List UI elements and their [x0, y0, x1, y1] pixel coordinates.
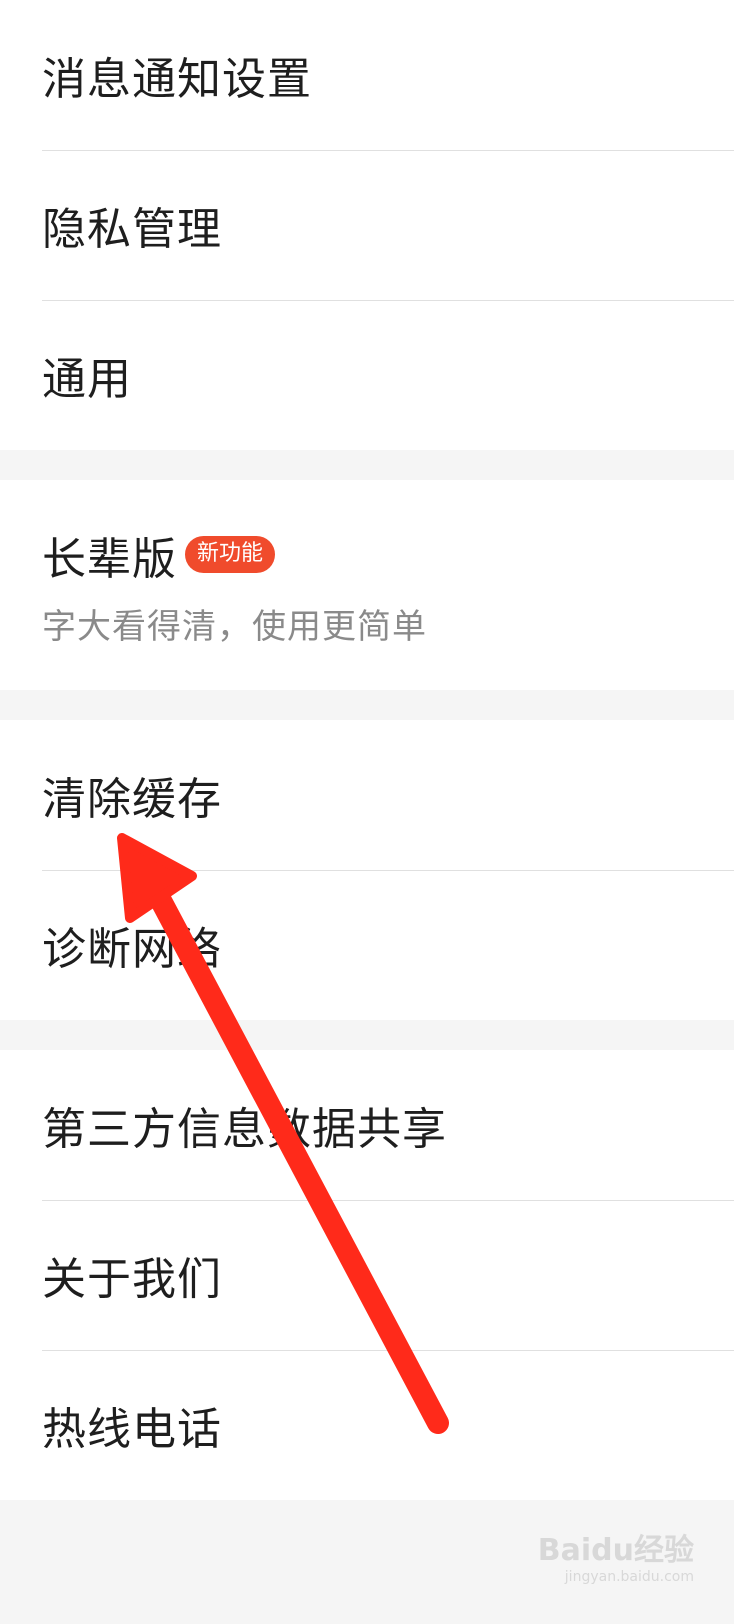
label-clear-cache: 清除缓存 — [42, 774, 222, 825]
label-notification-settings: 消息通知设置 — [42, 54, 312, 105]
settings-group-elder-mode: 长辈版 新功能 字大看得清，使用更简单 — [0, 480, 734, 690]
label-diagnose-network: 诊断网络 — [42, 924, 222, 975]
label-about-us: 关于我们 — [42, 1254, 222, 1305]
label-third-party-data-sharing: 第三方信息数据共享 — [42, 1104, 447, 1155]
settings-page: 消息通知设置 隐私管理 通用 长辈版 新功能 字大看得清，使用更简单 清除缓存 … — [0, 0, 734, 1500]
section-gap — [0, 690, 734, 720]
row-privacy-management[interactable]: 隐私管理 — [0, 150, 734, 300]
row-general[interactable]: 通用 — [0, 300, 734, 450]
row-elder-mode[interactable]: 长辈版 新功能 字大看得清，使用更简单 — [0, 480, 734, 690]
label-elder-mode: 长辈版 — [42, 533, 177, 585]
row-third-party-data-sharing[interactable]: 第三方信息数据共享 — [0, 1050, 734, 1200]
watermark-brand: Baidu经验 — [537, 1533, 694, 1568]
baidu-jingyan-watermark: Baidu经验 jingyan.baidu.com — [537, 1533, 694, 1585]
section-gap — [0, 450, 734, 480]
label-privacy-management: 隐私管理 — [42, 204, 222, 255]
watermark-url: jingyan.baidu.com — [564, 1569, 694, 1585]
elder-mode-description: 字大看得清，使用更简单 — [42, 606, 427, 647]
row-clear-cache[interactable]: 清除缓存 — [0, 720, 734, 870]
row-diagnose-network[interactable]: 诊断网络 — [0, 870, 734, 1020]
label-hotline: 热线电话 — [42, 1404, 222, 1455]
row-notification-settings[interactable]: 消息通知设置 — [0, 0, 734, 150]
row-about-us[interactable]: 关于我们 — [0, 1200, 734, 1350]
row-hotline[interactable]: 热线电话 — [0, 1350, 734, 1500]
label-general: 通用 — [42, 354, 132, 405]
settings-group-notifications: 消息通知设置 隐私管理 通用 — [0, 0, 734, 450]
section-gap — [0, 1020, 734, 1050]
elder-mode-title-line: 长辈版 新功能 — [42, 523, 276, 587]
settings-group-about: 第三方信息数据共享 关于我们 热线电话 — [0, 1050, 734, 1500]
settings-group-cache: 清除缓存 诊断网络 — [0, 720, 734, 1020]
new-feature-badge: 新功能 — [185, 536, 276, 573]
